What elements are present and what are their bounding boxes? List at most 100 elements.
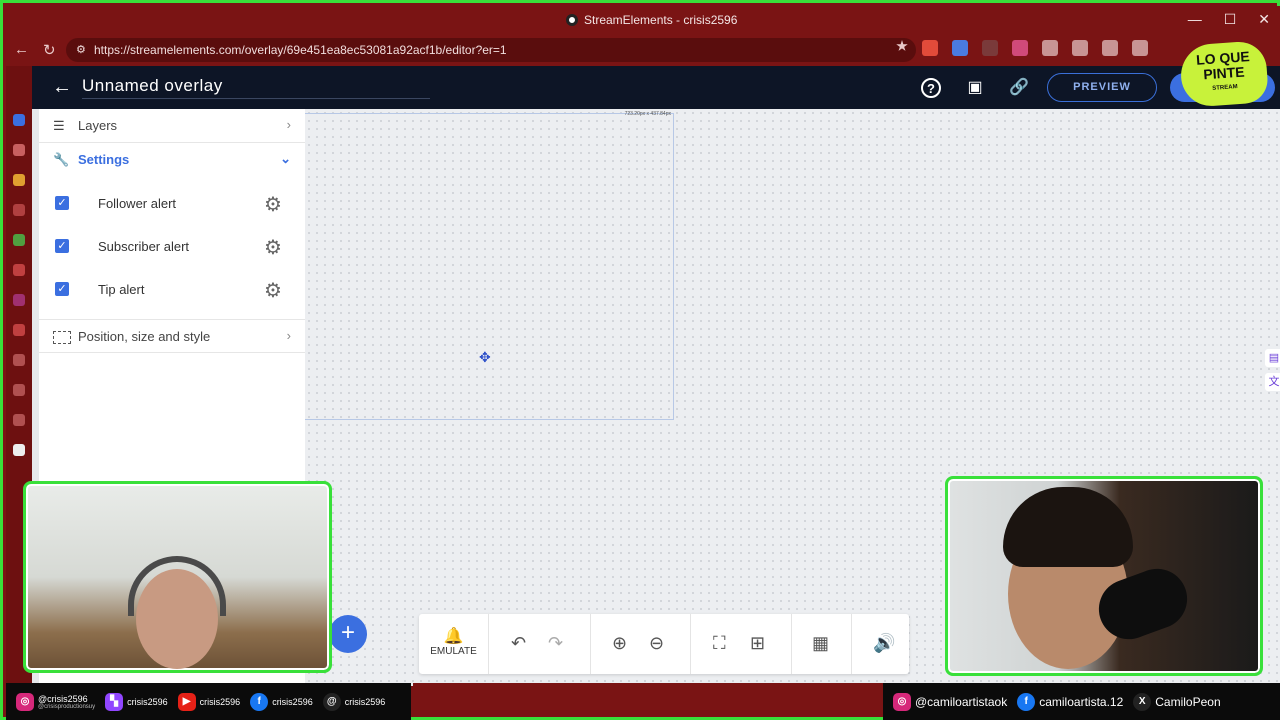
extension-red-icon[interactable] — [922, 40, 938, 56]
alert-label: Subscriber alert — [98, 239, 190, 254]
gear-icon[interactable]: ⚙ — [264, 235, 282, 260]
social-bar-left: ◎ @crisis2596 @crisisproductionsuy ▚ cris… — [6, 683, 411, 720]
alert-checkbox[interactable]: ✓ — [55, 282, 69, 296]
sidebar-app-icon[interactable] — [13, 414, 25, 426]
wrench-icon: 🔧 — [53, 152, 70, 167]
address-bar-row: ← ↻ ⚙ https://streamelements.com/overlay… — [6, 34, 1280, 66]
gear-icon[interactable]: ⚙ — [264, 278, 282, 303]
sidebar-app-icon[interactable] — [13, 174, 25, 186]
layers-row[interactable]: ☰ Layers › — [39, 109, 305, 143]
social-handle: @crisis2596 @crisisproductionsuy — [38, 694, 95, 710]
streamelements-logo-icon — [566, 14, 578, 26]
alert-row-tip: ✓ Tip alert ⚙ — [39, 270, 305, 310]
sidebar-app-icon[interactable] — [13, 324, 25, 336]
shield-icon[interactable] — [1132, 40, 1148, 56]
url-bar[interactable]: ⚙ https://streamelements.com/overlay/69e… — [66, 38, 916, 62]
translate-icon[interactable] — [952, 40, 968, 56]
widget-dimensions: 723.20px x 437.84px — [624, 111, 671, 117]
volume-icon[interactable]: 🔊 — [873, 633, 895, 654]
social-youtube: ▶ crisis2596 — [177, 692, 241, 711]
stream-frame: StreamElements - crisis2596 — ☐ ✕ ← ↻ ⚙ … — [0, 0, 1280, 720]
toolbar-divider — [791, 614, 792, 674]
redo-icon[interactable]: ↷ — [548, 633, 563, 654]
sidebar-app-icon[interactable] — [13, 384, 25, 396]
extension-pink-icon[interactable] — [1012, 40, 1028, 56]
add-widget-button[interactable]: + — [329, 615, 367, 653]
emulate-label: EMULATE — [430, 646, 477, 657]
back-arrow-icon[interactable]: ← — [52, 76, 72, 99]
sidebar-app-icon[interactable] — [13, 294, 25, 306]
layers-icon: ☰ — [53, 118, 65, 133]
media-icon[interactable] — [1072, 40, 1088, 56]
alert-row-follower: ✓ Follower alert ⚙ — [39, 184, 305, 224]
chat-icon[interactable]: ▤ — [1265, 349, 1280, 367]
social-handle-text: CamiloPeon — [1155, 694, 1221, 709]
layers-label: Layers — [78, 118, 118, 133]
maximize-icon[interactable]: ☐ — [1224, 11, 1237, 28]
emulate-button[interactable]: 🔔 EMULATE — [419, 614, 489, 674]
settings-row[interactable]: 🔧 Settings ⌄ — [39, 143, 305, 177]
sidebar-app-icon[interactable] — [13, 444, 25, 456]
url-text: https://streamelements.com/overlay/69e45… — [94, 43, 507, 57]
social-bar-right: ◎ @camiloartistaok f camiloartista.12 X … — [883, 683, 1280, 720]
bottom-strip — [413, 683, 883, 687]
sidebar-app-icon[interactable] — [13, 264, 25, 276]
undo-icon[interactable]: ↶ — [511, 633, 526, 654]
close-icon[interactable]: ✕ — [1258, 11, 1270, 28]
canvas-side-tools: ▤ 文 — [1265, 349, 1280, 391]
sidebar-app-icon[interactable] — [13, 204, 25, 216]
alert-label: Tip alert — [98, 282, 145, 297]
window-controls: — ☐ ✕ — [1188, 11, 1270, 28]
fullscreen-icon[interactable]: ⛶ — [713, 633, 726, 654]
position-size-style-row[interactable]: Position, size and style › — [39, 319, 305, 353]
alert-widget-bounds[interactable]: 723.20px x 437.84px — [305, 111, 674, 420]
zoom-out-icon[interactable]: ⊖ — [649, 633, 664, 654]
sidebar-app-icon[interactable] — [13, 354, 25, 366]
link-icon[interactable]: 🔗 — [1008, 77, 1030, 99]
move-cursor-icon: ✥ — [479, 349, 491, 365]
alert-checkbox[interactable]: ✓ — [55, 196, 69, 210]
sidebar-app-icon[interactable] — [13, 234, 25, 246]
fit-screen-icon[interactable]: ⊞ — [750, 633, 765, 654]
editor-header: ← Unnamed overlay ? ▣ 🔗 PREVIEW — [32, 66, 1280, 109]
alert-label: Follower alert — [98, 196, 177, 211]
threads-icon: @ — [322, 692, 341, 711]
facebook-icon: f — [1017, 692, 1036, 711]
extensions-puzzle-icon[interactable] — [1042, 40, 1058, 56]
bookmark-star-icon[interactable] — [896, 40, 908, 51]
overlay-title-input[interactable]: Unnamed overlay — [82, 76, 430, 99]
reload-icon[interactable]: ↻ — [43, 41, 56, 59]
extension-icons — [896, 40, 1148, 56]
social-x: X CamiloPeon — [1133, 692, 1221, 711]
favorites-icon[interactable] — [1102, 40, 1118, 56]
bell-icon: 🔔 — [443, 628, 464, 645]
alert-checkbox[interactable]: ✓ — [55, 239, 69, 253]
social-handle-sub: @crisisproductionsuy — [38, 703, 96, 710]
site-info-icon[interactable]: ⚙ — [76, 38, 86, 62]
sidebar-app-icon[interactable] — [13, 114, 25, 126]
monitor-icon[interactable]: ▣ — [964, 77, 986, 99]
grid-icon[interactable]: ▦ — [812, 633, 829, 654]
extension-dark-icon[interactable] — [982, 40, 998, 56]
youtube-icon: ▶ — [177, 692, 196, 711]
twitch-icon: ▚ — [105, 692, 124, 711]
help-icon[interactable]: ? — [921, 78, 941, 98]
gear-icon[interactable]: ⚙ — [264, 192, 282, 217]
social-handle-text: crisis2596 — [272, 696, 313, 707]
chevron-right-icon: › — [286, 117, 291, 132]
social-handle-text: @camiloartistaok — [915, 694, 1008, 709]
social-handle-text: crisis2596 — [199, 696, 241, 707]
facebook-icon: f — [250, 692, 269, 711]
translate-icon[interactable]: 文 — [1265, 373, 1280, 391]
social-handle-text: @crisis2596 — [38, 693, 88, 704]
back-nav-icon[interactable]: ← — [14, 41, 29, 58]
webcam-right — [945, 476, 1263, 676]
zoom-in-icon[interactable]: ⊕ — [612, 633, 627, 654]
webcam-left — [23, 481, 332, 673]
headset — [128, 556, 226, 616]
minimize-icon[interactable]: — — [1188, 11, 1202, 28]
preview-button[interactable]: PREVIEW — [1047, 73, 1157, 102]
sidebar-app-icon[interactable] — [13, 144, 25, 156]
toolbar-divider — [590, 614, 591, 674]
settings-label: Settings — [78, 152, 130, 167]
